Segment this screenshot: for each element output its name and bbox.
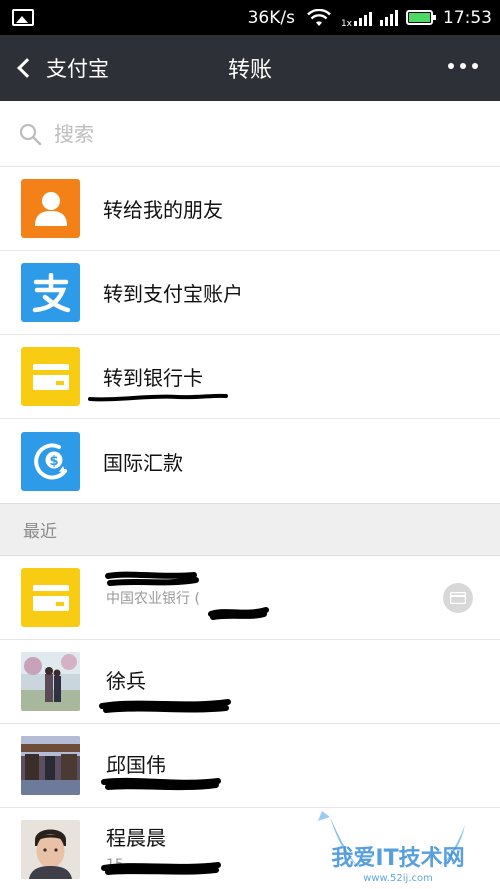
recent-section-header: 最近 [0,504,500,556]
redaction-scribble [105,571,199,586]
wifi-icon [307,8,331,26]
recent-contact[interactable]: 程晨晨 15 [0,808,500,889]
menu-label: 转给我的朋友 [103,198,223,222]
redaction-scribble [101,862,221,875]
dot [460,63,466,69]
contact-text: 徐兵 [106,667,146,697]
contact-name: 程晨晨 [106,825,166,850]
gallery-icon [12,9,34,26]
signal-bars-secondary-icon [354,10,372,26]
recent-contact[interactable]: 中国农业银行 ( [0,556,500,640]
menu-label: 转到银行卡 [103,366,203,390]
more-options-button[interactable] [448,63,478,69]
transfer-to-friend[interactable]: 转给我的朋友 [0,167,500,251]
bank-card-icon [21,347,80,406]
status-bar: 36K/s 1x 17:53 [0,0,500,35]
clock: 17:53 [443,7,492,28]
signal-bars-icon [380,9,398,26]
contact-bank: 中国农业银行 ( [106,590,200,607]
recent-list: 中国农业银行 (徐兵 邱国伟 程晨晨 15 [0,556,500,889]
avatar [21,736,80,795]
international-remittance[interactable]: $ 国际汇款 [0,419,500,503]
avatar [21,652,80,711]
search-bar [0,101,500,167]
redaction-scribble [99,699,231,713]
redaction-scribble [101,777,221,791]
redaction-scribble [208,607,269,620]
dot [448,63,454,69]
dot [472,63,478,69]
international-remit-icon: $ [21,431,80,491]
svg-text:$: $ [49,454,58,469]
network-speed: 36K/s [247,7,295,28]
card-badge-button[interactable] [443,583,473,613]
transfer-options: 转给我的朋友 转到支付宝账户 转到银行卡 $ 国际汇款 [0,167,500,504]
transfer-to-bank-card[interactable]: 转到银行卡 [0,335,500,419]
contact-name: 徐兵 [106,668,146,693]
search-icon [19,123,42,145]
nav-bar: 支付宝 转账 [0,35,500,101]
chevron-left-icon [17,58,37,78]
battery-icon [406,10,436,25]
person-icon [21,179,80,238]
search-input[interactable] [54,121,454,146]
recent-contact[interactable]: 邱国伟 [0,724,500,808]
transfer-to-alipay-account[interactable]: 转到支付宝账户 [0,251,500,335]
bank-card-icon [21,568,80,627]
menu-label: 国际汇款 [103,450,183,475]
menu-label: 转到支付宝账户 [103,282,243,306]
card-small-icon [450,592,466,604]
avatar [21,820,80,879]
back-label: 支付宝 [46,57,109,81]
network-type-label: 1x [340,19,352,29]
back-button[interactable]: 支付宝 [0,53,109,83]
alipay-icon [21,263,80,322]
recent-contact[interactable]: 徐兵 [0,640,500,724]
underline-annotation [88,393,228,402]
